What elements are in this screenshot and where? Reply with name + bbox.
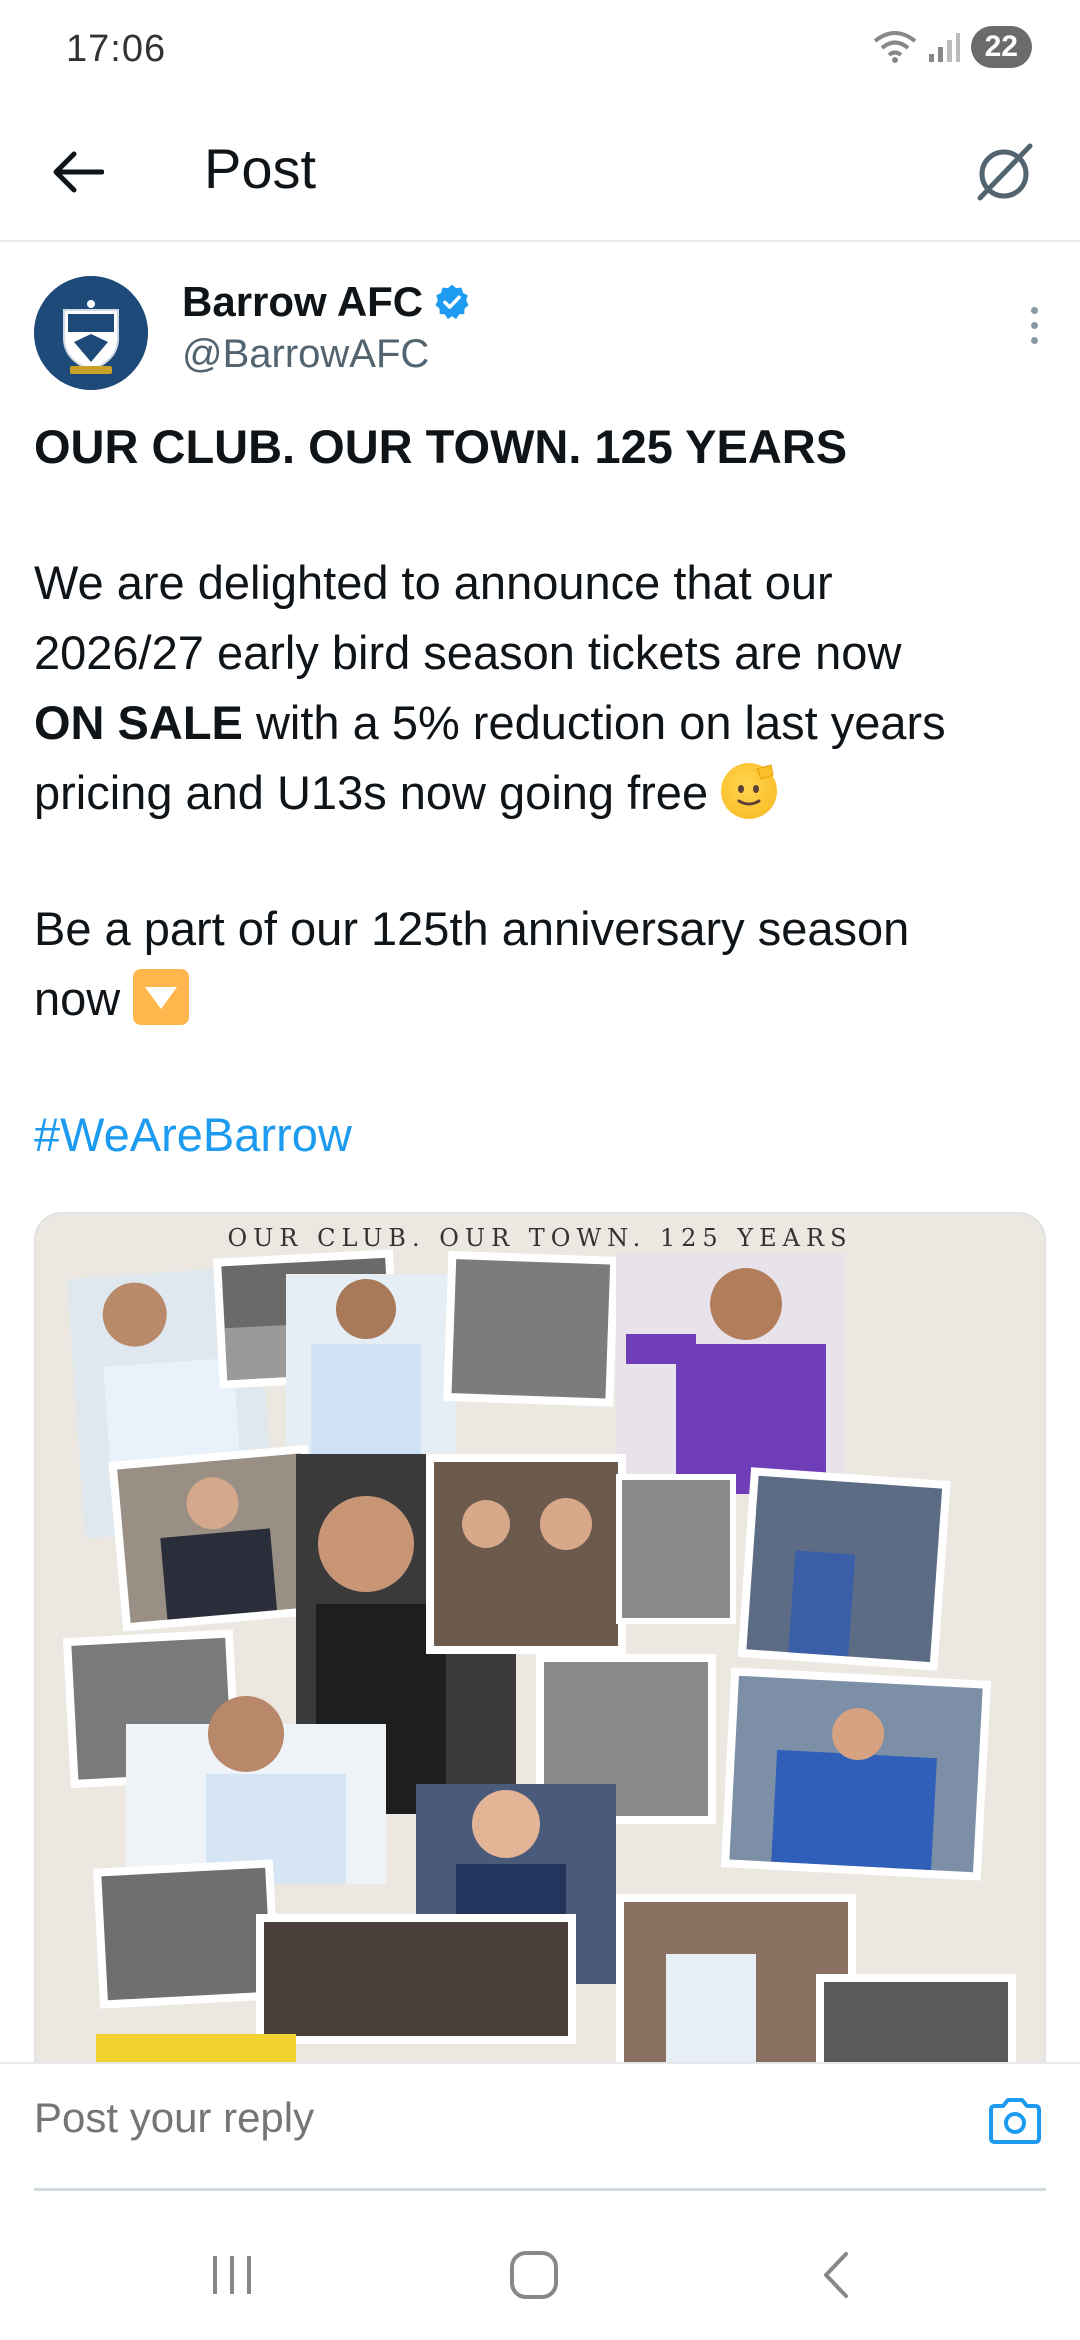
recent-apps-button[interactable] — [192, 2240, 272, 2310]
post-line: pricing and U13s now going free — [34, 758, 1054, 828]
status-time: 17:06 — [66, 28, 167, 70]
post-image[interactable]: OUR CLUB. OUR TOWN. 125 YEARS — [34, 1212, 1046, 2072]
status-bar: 17:06 22 — [0, 0, 1080, 100]
status-icons: 22 — [873, 26, 1032, 68]
battery-indicator: 22 — [970, 26, 1032, 68]
reply-input[interactable] — [34, 2094, 934, 2142]
more-dots-icon — [1030, 306, 1038, 314]
chevron-left-icon — [824, 2252, 848, 2298]
display-name-row[interactable]: Barrow AFC — [182, 278, 471, 326]
post-line: We are delighted to announce that our — [34, 556, 833, 609]
reply-underline — [34, 2188, 1046, 2191]
post-header: Post — [0, 100, 1080, 242]
recent-apps-icon — [213, 2256, 251, 2294]
signal-icon — [928, 33, 960, 62]
grok-button[interactable] — [958, 126, 1050, 218]
page-title: Post — [204, 137, 317, 200]
hashtag-link[interactable]: #WeAreBarrow — [34, 1100, 1054, 1170]
back-nav-button[interactable] — [796, 2240, 876, 2310]
more-options-button[interactable] — [1014, 290, 1054, 360]
avatar[interactable] — [34, 276, 148, 390]
collage-image — [62, 1249, 1016, 2070]
post-line: Be a part of our 125th anniversary seaso… — [34, 902, 910, 955]
home-icon — [510, 2251, 558, 2299]
post-author: Barrow AFC @BarrowAFC — [34, 274, 1054, 394]
display-name[interactable]: Barrow AFC — [182, 278, 423, 326]
author-handle[interactable]: @BarrowAFC — [182, 332, 429, 377]
wifi-icon — [873, 31, 916, 63]
grok-icon — [977, 143, 1033, 201]
down-arrow-emoji-icon — [133, 969, 190, 1025]
camera-button[interactable] — [980, 2086, 1050, 2156]
reply-bar — [0, 2062, 1080, 2192]
post-text: OUR CLUB. OUR TOWN. 125 YEARS We are del… — [34, 412, 1054, 1170]
back-button[interactable] — [36, 130, 120, 214]
saluting-face-emoji-icon — [721, 763, 778, 819]
verified-badge-icon — [435, 284, 469, 320]
arrow-left-icon — [53, 151, 104, 193]
camera-icon — [989, 2098, 1041, 2144]
on-sale-text: ON SALE — [34, 696, 243, 749]
club-crest-icon — [34, 276, 148, 390]
system-nav-bar — [0, 2200, 1080, 2340]
post-line: now — [34, 964, 1054, 1034]
post-line: 2026/27 early bird season tickets are no… — [34, 626, 902, 679]
post-line: ON SALE with a 5% reduction on last year… — [34, 688, 1054, 758]
post-headline: OUR CLUB. OUR TOWN. 125 YEARS — [34, 420, 848, 473]
home-button[interactable] — [494, 2240, 574, 2310]
post-line-rest: with a 5% reduction on last years — [242, 696, 946, 749]
